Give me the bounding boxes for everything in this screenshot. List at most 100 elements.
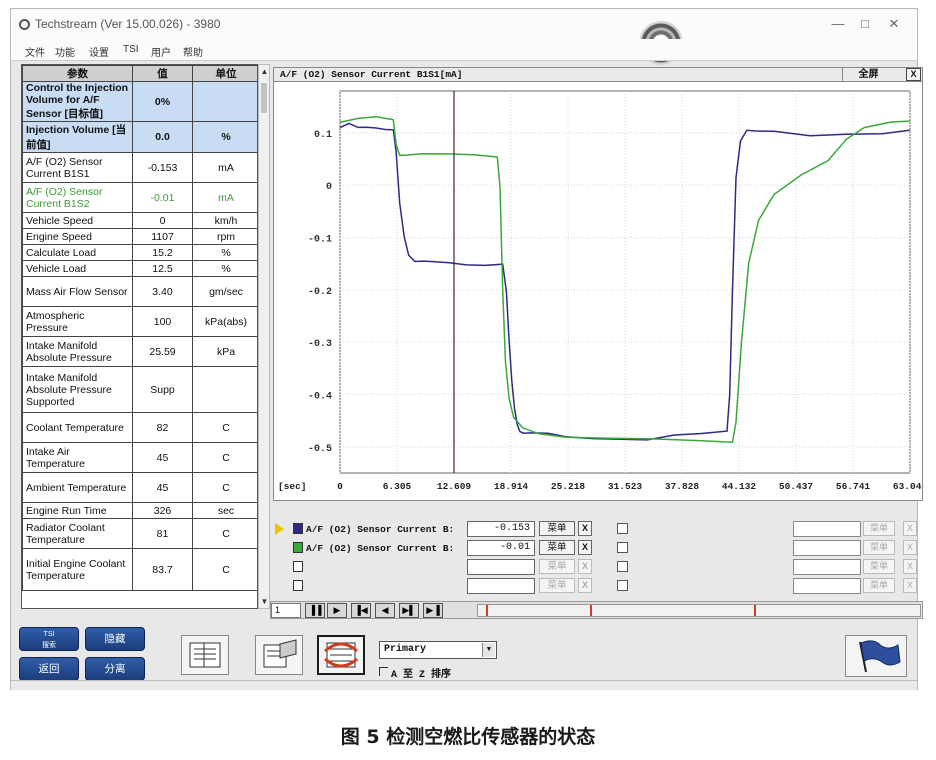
param-value: 81 [132,518,193,549]
series-menu-button[interactable]: 菜单 [539,540,575,555]
param-row[interactable]: Intake Manifold Absolute Pressure Suppor… [22,366,257,413]
param-row[interactable]: Ambient Temperature 45 C [22,472,257,503]
menu-tsi[interactable]: TSI [123,44,139,55]
param-row[interactable]: Engine Speed 1107 rpm [22,228,257,245]
param-row[interactable]: Vehicle Load 12.5% [22,260,257,277]
series-menu-button[interactable]: 菜单 [539,578,575,593]
minimize-button[interactable]: — [824,15,852,33]
close-button[interactable]: ✕ [880,15,908,33]
param-row[interactable]: Coolant Temperature 82 C [22,412,257,443]
series-checkbox[interactable] [617,580,628,591]
series-color-swatch[interactable] [293,523,303,534]
series-remove-button[interactable]: X [578,521,592,536]
right-series-menu-button[interactable]: 菜单 [863,578,895,593]
right-series-remove-button[interactable]: X [903,521,917,536]
pause-button[interactable]: ▐▐ [305,603,325,618]
param-row[interactable]: Initial Engine Coolant Temperature 83.7 C [22,548,257,591]
playback-timeline[interactable] [477,604,921,617]
col-header-value[interactable]: 值 [132,65,193,82]
series-checkbox[interactable] [617,561,628,572]
active-row-marker-icon [275,523,284,535]
right-series-remove-button[interactable]: X [903,578,917,593]
menu-file[interactable]: 文件 [25,44,45,59]
x-tick-label: 44.132 [722,481,757,492]
fullscreen-button[interactable]: 全屏 [842,68,894,81]
param-row[interactable]: A/F (O2) Sensor Current B1S2 -0.01 mA [22,182,257,213]
sort-checkbox[interactable] [379,667,388,676]
param-row[interactable]: Intake Manifold Absolute Pressure 25.59 kP… [22,336,257,367]
scroll-up-icon[interactable]: ▲ [260,67,269,76]
param-row[interactable]: Injection Volume [当前值] 0.0% [22,121,257,153]
series-color-swatch[interactable] [293,580,303,591]
param-row[interactable]: Control the Injection Volume for A/F Sen… [22,81,257,122]
series-menu-button[interactable]: 菜单 [539,521,575,536]
series-menu-button[interactable]: 菜单 [539,559,575,574]
series-color-swatch[interactable] [293,542,303,553]
param-unit: mA [192,182,257,213]
step-forward-button[interactable]: ▶▌ [399,603,419,618]
step-back-button[interactable]: ◀ [375,603,395,618]
split-button[interactable]: 分离 [85,657,145,681]
figure-caption: 图 5 检测空燃比传感器的状态 [340,726,596,748]
param-unit: C [192,518,257,549]
col-header-unit[interactable]: 单位 [192,65,257,82]
menu-user[interactable]: 用户 [151,44,171,59]
back-button[interactable]: 返回 [19,657,79,681]
right-series-remove-button[interactable]: X [903,559,917,574]
series-checkbox[interactable] [617,542,628,553]
param-row[interactable]: Engine Run Time 326 sec [22,502,257,519]
menu-function[interactable]: 功能 [55,44,75,59]
x-axis-unit-label: [sec] [278,481,307,492]
y-tick-label: -0.1 [308,235,332,246]
list-view-button[interactable] [181,635,229,675]
play-button[interactable]: ▶ [327,603,347,618]
col-header-param[interactable]: 参数 [22,65,133,82]
menu-help[interactable]: 帮助 [183,44,203,59]
af-sensor-chart[interactable]: 0.1 0 -0.1 -0.2 -0.3 -0.4 -0.5 [sec] 0 6.305 12.60… [274,83,922,501]
series-checkbox[interactable] [617,523,628,534]
right-series-menu-button[interactable]: 菜单 [863,521,895,536]
primary-select[interactable]: Primary ▼ [379,641,497,659]
frame-stepper[interactable]: 1 [271,603,301,618]
param-row[interactable]: Atmospheric Pressure 100 kPa(abs) [22,306,257,337]
right-series-menu-button[interactable]: 菜单 [863,540,895,555]
sort-label: A 至 Z 排序 [391,670,452,681]
right-series-menu-button[interactable]: 菜单 [863,559,895,574]
right-series-remove-button[interactable]: X [903,540,917,555]
param-unit [192,81,257,122]
jump-start-button[interactable]: ▐◀ [351,603,371,618]
x-tick-label: 25.218 [551,481,586,492]
menu-bar: 文件 功能 设置 TSI 用户 帮助 [11,39,917,61]
menu-settings[interactable]: 设置 [89,44,109,59]
tsi-search-button[interactable]: TSI 搜索 [19,627,79,651]
series-remove-button[interactable]: X [578,540,592,555]
maximize-button[interactable]: □ [851,15,879,33]
jump-end-button[interactable]: ▶▐ [423,603,443,618]
series-remove-button[interactable]: X [578,578,592,593]
snapshot-button[interactable] [255,635,303,675]
right-series-value [793,540,861,556]
series-label: A/F (O2) Sensor Current B: [306,524,455,535]
param-unit: rpm [192,228,257,245]
scroll-down-icon[interactable]: ▼ [260,597,269,606]
param-row[interactable]: Mass Air Flow Sensor 3.40 gm/sec [22,276,257,307]
param-row[interactable]: Calculate Load 15.2% [22,244,257,261]
graph-panel: A/F (O2) Sensor Current B1S1[mA] 全屏 X 0.… [273,67,923,501]
param-row[interactable]: Intake Air Temperature 45 C [22,442,257,473]
x-tick-label: 31.523 [608,481,643,492]
scroll-thumb[interactable] [261,83,267,113]
series-remove-button[interactable]: X [578,559,592,574]
bottom-toolbar: TSI 搜索 隐藏 返回 分离 Primary ▼ A 至 Z 排序 [11,621,917,689]
param-row[interactable]: Vehicle Speed 0 km/h [22,212,257,229]
graph-close-button[interactable]: X [906,68,921,81]
param-scrollbar[interactable]: ▲ ▼ [258,64,270,609]
hide-button[interactable]: 隐藏 [85,627,145,651]
param-unit: kPa [192,336,257,367]
chevron-down-icon[interactable]: ▼ [482,643,495,657]
record-button[interactable] [317,635,365,675]
flag-button[interactable] [845,635,907,677]
param-row[interactable]: Radiator Coolant Temperature 81 C [22,518,257,549]
param-row[interactable]: A/F (O2) Sensor Current B1S1 -0.153 mA [22,152,257,183]
series-color-swatch[interactable] [293,561,303,572]
param-value: 82 [132,412,193,443]
